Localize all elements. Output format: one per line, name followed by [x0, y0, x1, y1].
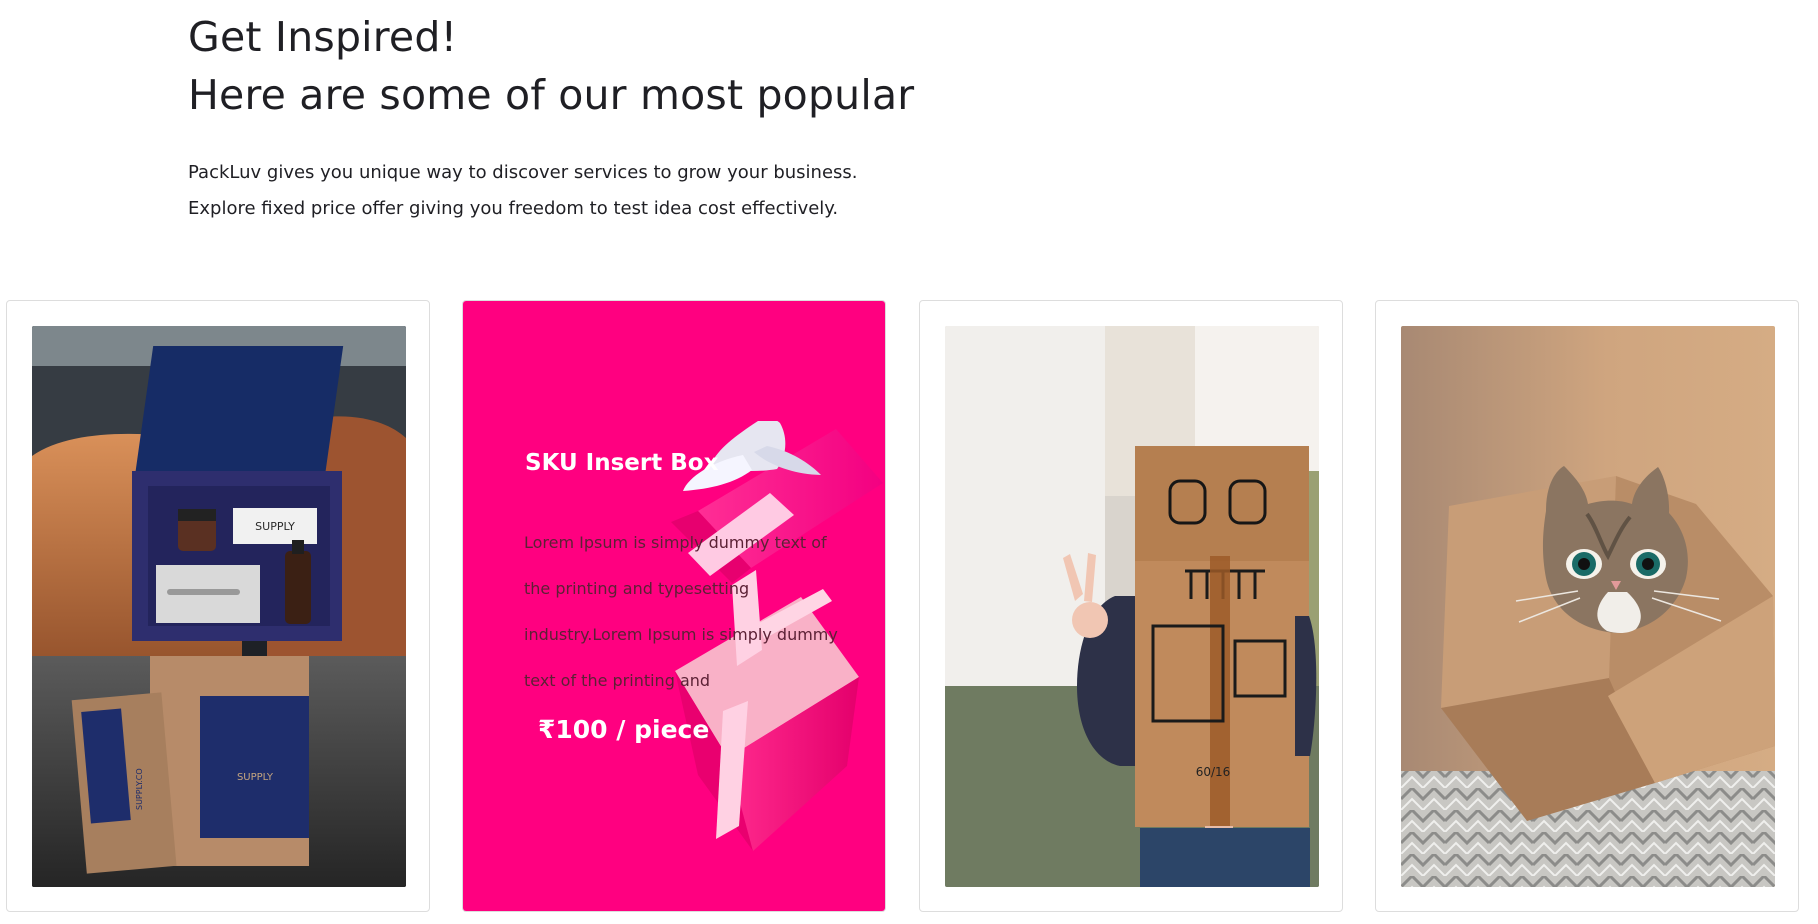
card-title: SKU Insert Box — [525, 450, 719, 476]
section-description-line-1: PackLuv gives you unique way to discover… — [188, 162, 858, 183]
image-supply-label: SUPPLY — [255, 520, 295, 533]
product-card-4[interactable] — [1375, 300, 1799, 912]
section-title-line-2: Here are some of our most popular — [188, 71, 915, 119]
packaging-supply-box-image: SUPPLY SUPPLY SUPPLY.CO — [32, 326, 406, 887]
card-price: ₹100 / piece — [538, 715, 710, 744]
product-card-1[interactable]: SUPPLY SUPPLY SUPPLY.CO — [6, 300, 430, 912]
popular-card-grid: SUPPLY SUPPLY SUPPLY.CO SKU Insert Box L… — [6, 300, 1810, 914]
image-box-code: 60/16 — [1196, 765, 1231, 779]
sku-insert-box-promo: SKU Insert Box Lorem Ipsum is simply dum… — [463, 301, 885, 911]
product-card-3[interactable]: 60/16 — [919, 300, 1343, 912]
card-description: Lorem Ipsum is simply dummy text of the … — [524, 533, 838, 690]
cat-in-cardboard-box-image — [1401, 326, 1775, 887]
product-card-2[interactable]: SKU Insert Box Lorem Ipsum is simply dum… — [462, 300, 886, 912]
child-cardboard-robot-image: 60/16 — [945, 326, 1319, 887]
section-description-line-2: Explore fixed price offer giving you fre… — [188, 198, 839, 219]
packaging-supply-box-illustration: SUPPLY SUPPLY SUPPLY.CO — [32, 326, 406, 887]
child-cardboard-robot-illustration: 60/16 — [945, 326, 1319, 887]
section-title-line-1: Get Inspired! — [188, 13, 458, 61]
image-box-label: SUPPLY — [237, 772, 274, 783]
image-side-label: SUPPLY.CO — [135, 768, 144, 810]
section-header: Get Inspired! Here are some of our most … — [188, 8, 1288, 124]
cat-in-cardboard-box-illustration — [1401, 326, 1775, 887]
section-description: PackLuv gives you unique way to discover… — [188, 155, 858, 227]
